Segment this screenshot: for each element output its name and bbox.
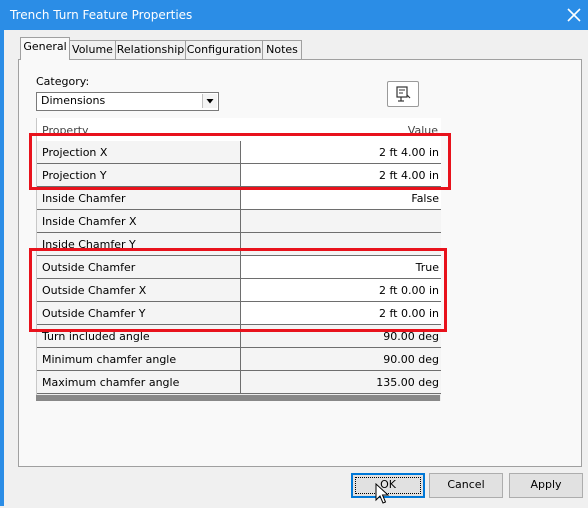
- grid-row-outside-chamfer-y[interactable]: Outside Chamfer Y 2 ft 0.00 in: [37, 302, 441, 325]
- tab-general[interactable]: General: [20, 37, 70, 60]
- grid-row-outside-chamfer-x[interactable]: Outside Chamfer X 2 ft 0.00 in: [37, 279, 441, 302]
- property-column-header: Property: [42, 124, 89, 137]
- property-name: Outside Chamfer X: [42, 284, 147, 297]
- title-bar: Trench Turn Feature Properties: [0, 0, 588, 30]
- property-value[interactable]: False: [411, 192, 439, 205]
- property-name: Outside Chamfer: [42, 261, 136, 274]
- window-title: Trench Turn Feature Properties: [10, 8, 193, 22]
- property-name: Maximum chamfer angle: [42, 376, 180, 389]
- property-name: Inside Chamfer X: [42, 215, 137, 228]
- property-name: Outside Chamfer Y: [42, 307, 146, 320]
- property-name: Inside Chamfer Y: [42, 238, 136, 251]
- grid-row-outside-chamfer[interactable]: Outside Chamfer True: [37, 256, 441, 279]
- property-name: Projection Y: [42, 169, 107, 182]
- property-value[interactable]: 2 ft 0.00 in: [379, 307, 439, 320]
- chevron-down-icon[interactable]: [202, 94, 217, 108]
- property-name: Minimum chamfer angle: [42, 353, 177, 366]
- mouse-pointer-icon: [375, 482, 391, 505]
- grid-row-inside-chamfer[interactable]: Inside Chamfer False: [37, 187, 441, 210]
- property-value: 90.00 deg: [383, 353, 439, 366]
- tab-configuration[interactable]: Configuration: [185, 40, 263, 59]
- property-value[interactable]: True: [416, 261, 439, 274]
- property-value: 135.00 deg: [376, 376, 439, 389]
- grid-row-minimum-chamfer-angle[interactable]: Minimum chamfer angle 90.00 deg: [37, 348, 441, 371]
- window-border: [0, 30, 4, 506]
- grid-row-turn-included-angle[interactable]: Turn included angle 90.00 deg: [37, 325, 441, 348]
- grid-row-inside-chamfer-x[interactable]: Inside Chamfer X: [37, 210, 441, 233]
- value-column-header: Value: [407, 124, 438, 137]
- grid-row-maximum-chamfer-angle[interactable]: Maximum chamfer angle 135.00 deg: [37, 371, 441, 394]
- category-dropdown[interactable]: Dimensions: [36, 92, 219, 111]
- properties-tool-icon: [388, 86, 418, 109]
- cancel-button-label: Cancel: [447, 478, 485, 491]
- tab-volume[interactable]: Volume: [69, 40, 116, 59]
- apply-button[interactable]: Apply: [509, 473, 583, 498]
- grid-row-projection-x[interactable]: Projection X 2 ft 4.00 in: [37, 141, 441, 164]
- category-selected-value: Dimensions: [41, 94, 106, 107]
- tab-notes[interactable]: Notes: [262, 40, 302, 59]
- property-value: 90.00 deg: [383, 330, 439, 343]
- property-name: Inside Chamfer: [42, 192, 126, 205]
- grid-scroll-edge: [36, 395, 440, 401]
- property-value[interactable]: 2 ft 4.00 in: [379, 169, 439, 182]
- property-name: Turn included angle: [42, 330, 150, 343]
- grid-row-projection-y[interactable]: Projection Y 2 ft 4.00 in: [37, 164, 441, 187]
- apply-button-label: Apply: [530, 478, 562, 491]
- property-name: Projection X: [42, 146, 108, 159]
- cancel-button[interactable]: Cancel: [429, 473, 503, 498]
- property-value[interactable]: 2 ft 0.00 in: [379, 284, 439, 297]
- properties-tool-button[interactable]: [387, 81, 419, 107]
- grid-header: Property Value: [37, 118, 441, 142]
- close-icon[interactable]: [564, 5, 584, 25]
- property-value[interactable]: 2 ft 4.00 in: [379, 146, 439, 159]
- category-label: Category:: [36, 75, 90, 88]
- property-grid: Property Value Projection X 2 ft 4.00 in…: [36, 118, 441, 401]
- grid-row-inside-chamfer-y[interactable]: Inside Chamfer Y: [37, 233, 441, 256]
- tab-relationship[interactable]: Relationship: [115, 40, 186, 59]
